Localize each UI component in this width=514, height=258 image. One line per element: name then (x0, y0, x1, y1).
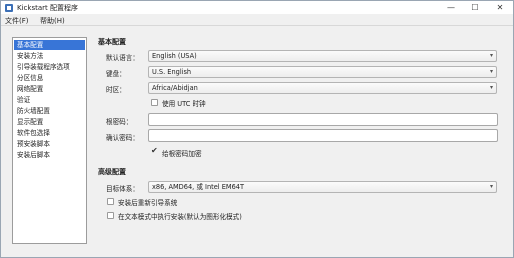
encrypt-password-label: 给根密码加密 (162, 150, 202, 158)
keyboard-label: 键盘： (106, 70, 126, 78)
text-mode-install-checkbox[interactable] (107, 212, 114, 219)
menu-file[interactable]: 文件(F) (5, 16, 29, 26)
sidebar-item-pre-script[interactable]: 预安装脚本 (14, 139, 85, 149)
advanced-config-heading: 高级配置 (98, 168, 126, 176)
utc-clock-label: 使用 UTC 时钟 (162, 100, 206, 108)
sidebar-item-post-script[interactable]: 安装后脚本 (14, 150, 85, 160)
keyboard-select[interactable]: U.S. English ▾ (148, 66, 497, 78)
encrypt-password-checkbox[interactable] (151, 146, 158, 156)
sidebar-item-display[interactable]: 显示配置 (14, 117, 85, 127)
basic-config-heading: 基本配置 (98, 38, 126, 46)
sidebar-item-install-method[interactable]: 安装方法 (14, 51, 85, 61)
target-arch-label: 目标体系： (106, 185, 139, 193)
minimize-button[interactable]: — (440, 1, 462, 14)
chevron-down-icon: ▾ (489, 84, 493, 91)
reboot-after-install-label: 安装后重新引导系统 (118, 199, 178, 207)
sidebar-item-firewall[interactable]: 防火墙配置 (14, 106, 85, 116)
root-password-field[interactable] (148, 113, 498, 126)
root-password-label: 根密码： (106, 118, 133, 126)
keyboard-value: U.S. English (152, 68, 192, 76)
timezone-value: Africa/Abidjan (152, 84, 198, 92)
kickstart-window: Kickstart 配置程序 — ☐ ✕ 文件(F) 帮助(H) 基本配置 安装… (0, 0, 514, 258)
window-title: Kickstart 配置程序 (17, 4, 78, 12)
language-label: 默认语言： (106, 54, 139, 62)
timezone-select[interactable]: Africa/Abidjan ▾ (148, 82, 497, 94)
sidebar-item-basic[interactable]: 基本配置 (14, 40, 85, 50)
sidebar-item-packages[interactable]: 软件包选择 (14, 128, 85, 138)
language-value: English (USA) (152, 52, 197, 60)
chevron-down-icon: ▾ (489, 52, 493, 59)
text-mode-install-label: 在文本模式中执行安装(默认为图形化模式) (118, 213, 242, 221)
app-icon (5, 4, 13, 12)
chevron-down-icon: ▾ (489, 68, 493, 75)
timezone-label: 时区： (106, 86, 126, 94)
language-select[interactable]: English (USA) ▾ (148, 50, 497, 62)
title-bar: Kickstart 配置程序 — ☐ ✕ (1, 1, 513, 14)
sidebar-item-bootloader[interactable]: 引导装载程序选项 (14, 62, 85, 72)
maximize-button[interactable]: ☐ (464, 1, 486, 14)
confirm-password-field[interactable] (148, 129, 498, 142)
sidebar-item-network[interactable]: 网络配置 (14, 84, 85, 94)
sidebar-item-partition[interactable]: 分区信息 (14, 73, 85, 83)
category-sidebar: 基本配置 安装方法 引导装载程序选项 分区信息 网络配置 验证 防火墙配置 显示… (12, 37, 87, 244)
confirm-password-label: 确认密码： (106, 134, 139, 142)
menu-bar: 文件(F) 帮助(H) (1, 14, 513, 26)
close-button[interactable]: ✕ (489, 1, 511, 14)
utc-clock-checkbox[interactable] (151, 99, 158, 106)
menu-help[interactable]: 帮助(H) (40, 16, 65, 26)
chevron-down-icon: ▾ (489, 183, 493, 190)
target-arch-value: x86, AMD64, 或 Intel EM64T (152, 183, 245, 191)
target-arch-select[interactable]: x86, AMD64, 或 Intel EM64T ▾ (148, 181, 497, 193)
reboot-after-install-checkbox[interactable] (107, 198, 114, 205)
sidebar-item-auth[interactable]: 验证 (14, 95, 85, 105)
